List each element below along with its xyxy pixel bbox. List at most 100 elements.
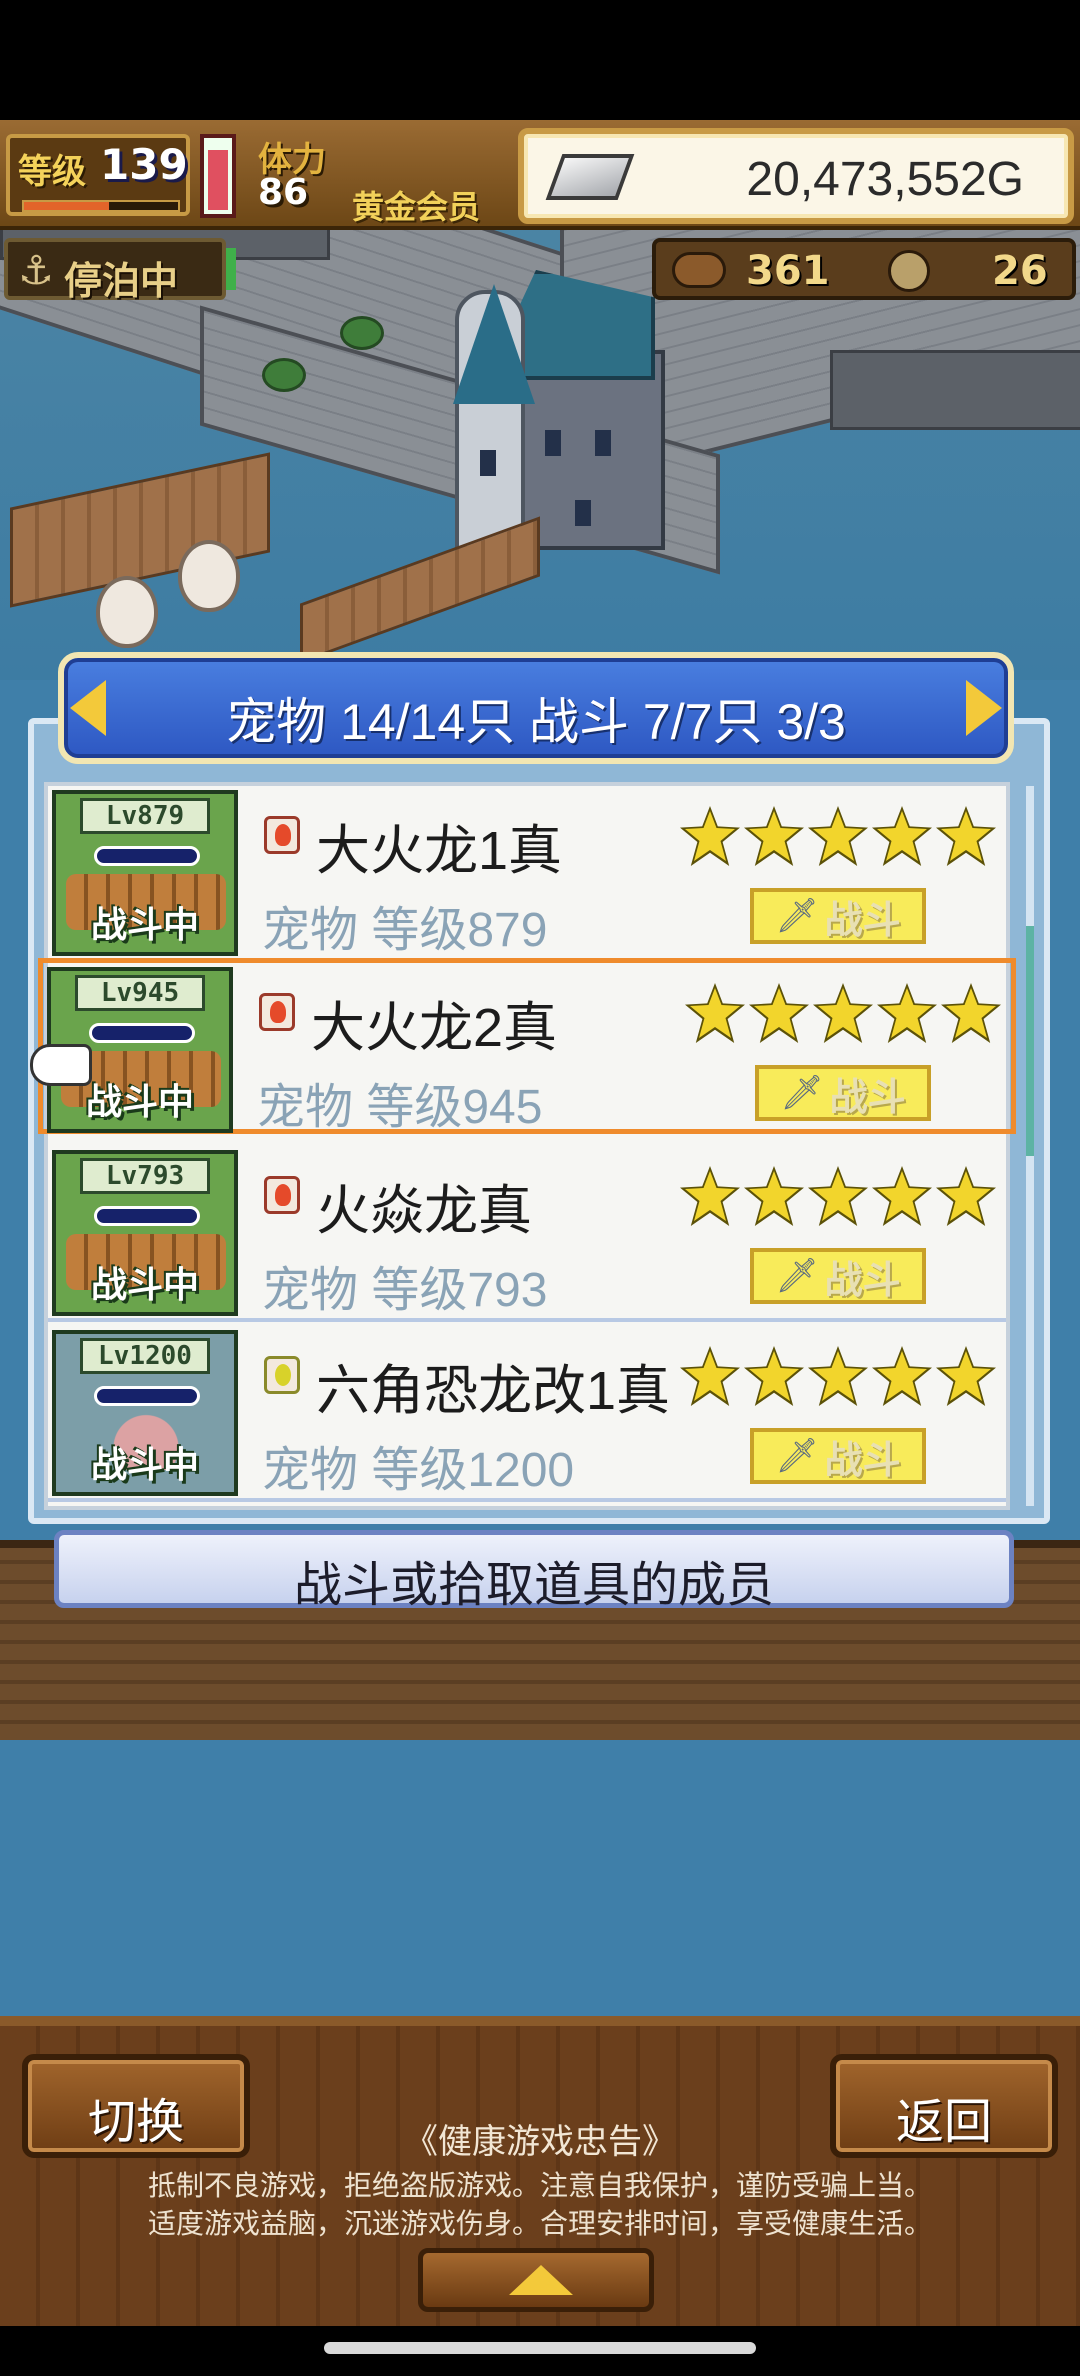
health-notice-line-2: 适度游戏益脑，沉迷游戏伤身。合理安排时间，享受健康生活。	[147, 2208, 932, 2239]
pet-status: 战斗中	[90, 905, 199, 946]
fire-element-icon	[264, 816, 300, 854]
sword-icon: 🗡	[780, 1073, 824, 1113]
star-icon	[808, 1346, 868, 1406]
star-icon	[744, 1346, 804, 1406]
earth-element-icon	[264, 1356, 300, 1394]
star-icon	[872, 1166, 932, 1226]
member-badge: 黄金会员	[352, 188, 481, 226]
resource-box: 361 26	[652, 238, 1076, 300]
scrollbar[interactable]	[1026, 786, 1034, 1506]
pet-level: 宠物 等级945	[257, 1081, 543, 1134]
expand-button[interactable]	[418, 2248, 654, 2312]
pet-row[interactable]: Lv793 战斗中 火焱龙真宠物 等级793 🗡 战斗	[48, 1146, 1006, 1322]
star-icon	[744, 806, 804, 866]
star-icon	[808, 1166, 868, 1226]
star-icon	[872, 1346, 932, 1406]
star-icon	[813, 983, 873, 1043]
pet-row[interactable]: Lv879 战斗中 大火龙1真宠物 等级879 🗡 战斗	[48, 786, 1006, 962]
members-button[interactable]: 战斗或拾取道具的成员	[54, 1530, 1014, 1612]
level-box: 等级 139	[6, 134, 190, 216]
egg	[96, 576, 158, 648]
resource-1-value: 361	[746, 248, 830, 294]
pet-level: 宠物 等级1200	[262, 1444, 575, 1497]
pet-thumb-level: Lv879	[80, 798, 210, 834]
seed-icon	[672, 252, 726, 288]
star-icon	[936, 1166, 996, 1226]
battle-button[interactable]: 🗡 战斗	[750, 888, 926, 944]
pet-list[interactable]: Lv879 战斗中 大火龙1真 宠物 等级879 🗡 战斗 Lv945 战斗中 大火龙2真 宠物 …	[38, 782, 1016, 1510]
star-icon	[808, 806, 868, 866]
star-icon	[936, 1346, 996, 1406]
anchor-icon: ⚓	[18, 248, 54, 294]
bottom-bar: 切换 返回 《健康游戏忠告》 抵制不良游戏，拒绝盗版游戏。注意自我保护，谨防受骗…	[0, 2016, 1080, 2326]
anchor-text: 停泊中	[64, 259, 179, 303]
star-icon	[941, 983, 1001, 1043]
exp-bar	[22, 200, 180, 212]
battle-button-label: 战斗	[829, 1074, 906, 1119]
pointing-hand-icon	[30, 1044, 92, 1086]
next-page-arrow-icon[interactable]	[966, 680, 1002, 736]
pet-level: 宠物 等级793	[262, 1264, 548, 1317]
up-arrow-icon	[509, 2265, 573, 2295]
star-icon	[936, 806, 996, 866]
star-icon	[680, 1346, 740, 1406]
stamina-value: 86	[258, 172, 309, 213]
hud-second: ⚓ 停泊中 361 26	[0, 234, 1080, 304]
scrollbar-thumb[interactable]	[1026, 926, 1034, 1156]
pet-rating	[680, 806, 996, 866]
status-bar	[0, 0, 1080, 120]
star-icon	[680, 1166, 740, 1226]
health-notice-title: 《健康游戏忠告》	[404, 2123, 676, 2161]
level-value: 139	[100, 140, 188, 189]
sword-icon: 🗡	[775, 1436, 819, 1476]
health-notice-line-1: 抵制不良游戏，拒绝盗版游戏。注意自我保护，谨防受骗上当。	[147, 2170, 932, 2201]
pet-panel-header: 宠物 14/14只 战斗 7/7只 3/3	[58, 652, 1014, 764]
fire-element-icon	[264, 1176, 300, 1214]
battle-button[interactable]: 🗡 战斗	[755, 1065, 931, 1121]
panel-title: 宠物 14/14只 战斗 7/7只 3/3	[226, 694, 846, 750]
pet-thumb-hp-bar	[94, 846, 200, 866]
pet-thumb-hp-bar	[94, 1386, 200, 1406]
pet-thumb-hp-bar	[94, 1206, 200, 1226]
stamina-box: 体力 86 黄金会员	[252, 132, 502, 226]
pet-rating	[680, 1346, 996, 1406]
pet-thumbnail: Lv1200 战斗中	[52, 1330, 238, 1496]
medal-icon	[888, 250, 930, 292]
star-icon	[744, 1166, 804, 1226]
home-indicator[interactable]	[324, 2342, 756, 2354]
members-button-label: 战斗或拾取道具的成员	[293, 1559, 774, 1612]
star-icon	[872, 806, 932, 866]
battle-button[interactable]: 🗡 战斗	[750, 1248, 926, 1304]
anchor-indicator	[226, 248, 236, 290]
pet-name: 火焱龙真	[316, 1181, 532, 1241]
pet-name: 六角恐龙改1真	[316, 1361, 671, 1421]
battle-button[interactable]: 🗡 战斗	[750, 1428, 926, 1484]
pet-thumbnail: Lv879 战斗中	[52, 790, 238, 956]
pet-name: 大火龙1真	[316, 821, 563, 881]
sword-icon: 🗡	[775, 896, 819, 936]
star-icon	[685, 983, 745, 1043]
battle-button-label: 战斗	[824, 897, 901, 942]
battle-button-label: 战斗	[824, 1257, 901, 1302]
sword-icon: 🗡	[775, 1256, 819, 1296]
gold-display[interactable]: 20,473,552G	[518, 128, 1074, 224]
gold-value: 20,473,552G	[746, 153, 1024, 206]
pet-level: 宠物 等级879	[262, 904, 548, 957]
egg	[178, 540, 240, 612]
pet-status: 战斗中	[90, 1265, 199, 1306]
pet-rating	[680, 1166, 996, 1226]
star-icon	[877, 983, 937, 1043]
pet-thumbnail: Lv793 战斗中	[52, 1150, 238, 1316]
pet-row[interactable]: Lv1200 战斗中 六角恐龙改1真宠物 等级1200 🗡 战斗	[48, 1326, 1006, 1502]
pet-thumb-level: Lv1200	[80, 1338, 210, 1374]
battle-button-label: 战斗	[824, 1437, 901, 1482]
pet-thumb-hp-bar	[89, 1023, 195, 1043]
hud-top: 等级 139 体力 86 黄金会员 20,473,552G	[0, 120, 1080, 230]
fire-element-icon	[259, 993, 295, 1031]
star-icon	[749, 983, 809, 1043]
pet-status: 战斗中	[90, 1445, 199, 1486]
pet-thumb-level: Lv793	[80, 1158, 210, 1194]
anchor-status[interactable]: ⚓ 停泊中	[4, 238, 226, 303]
pet-row[interactable]: Lv945 战斗中 大火龙2真 宠物 等级945 🗡 战斗	[38, 958, 1016, 1134]
hp-bar	[200, 134, 236, 218]
